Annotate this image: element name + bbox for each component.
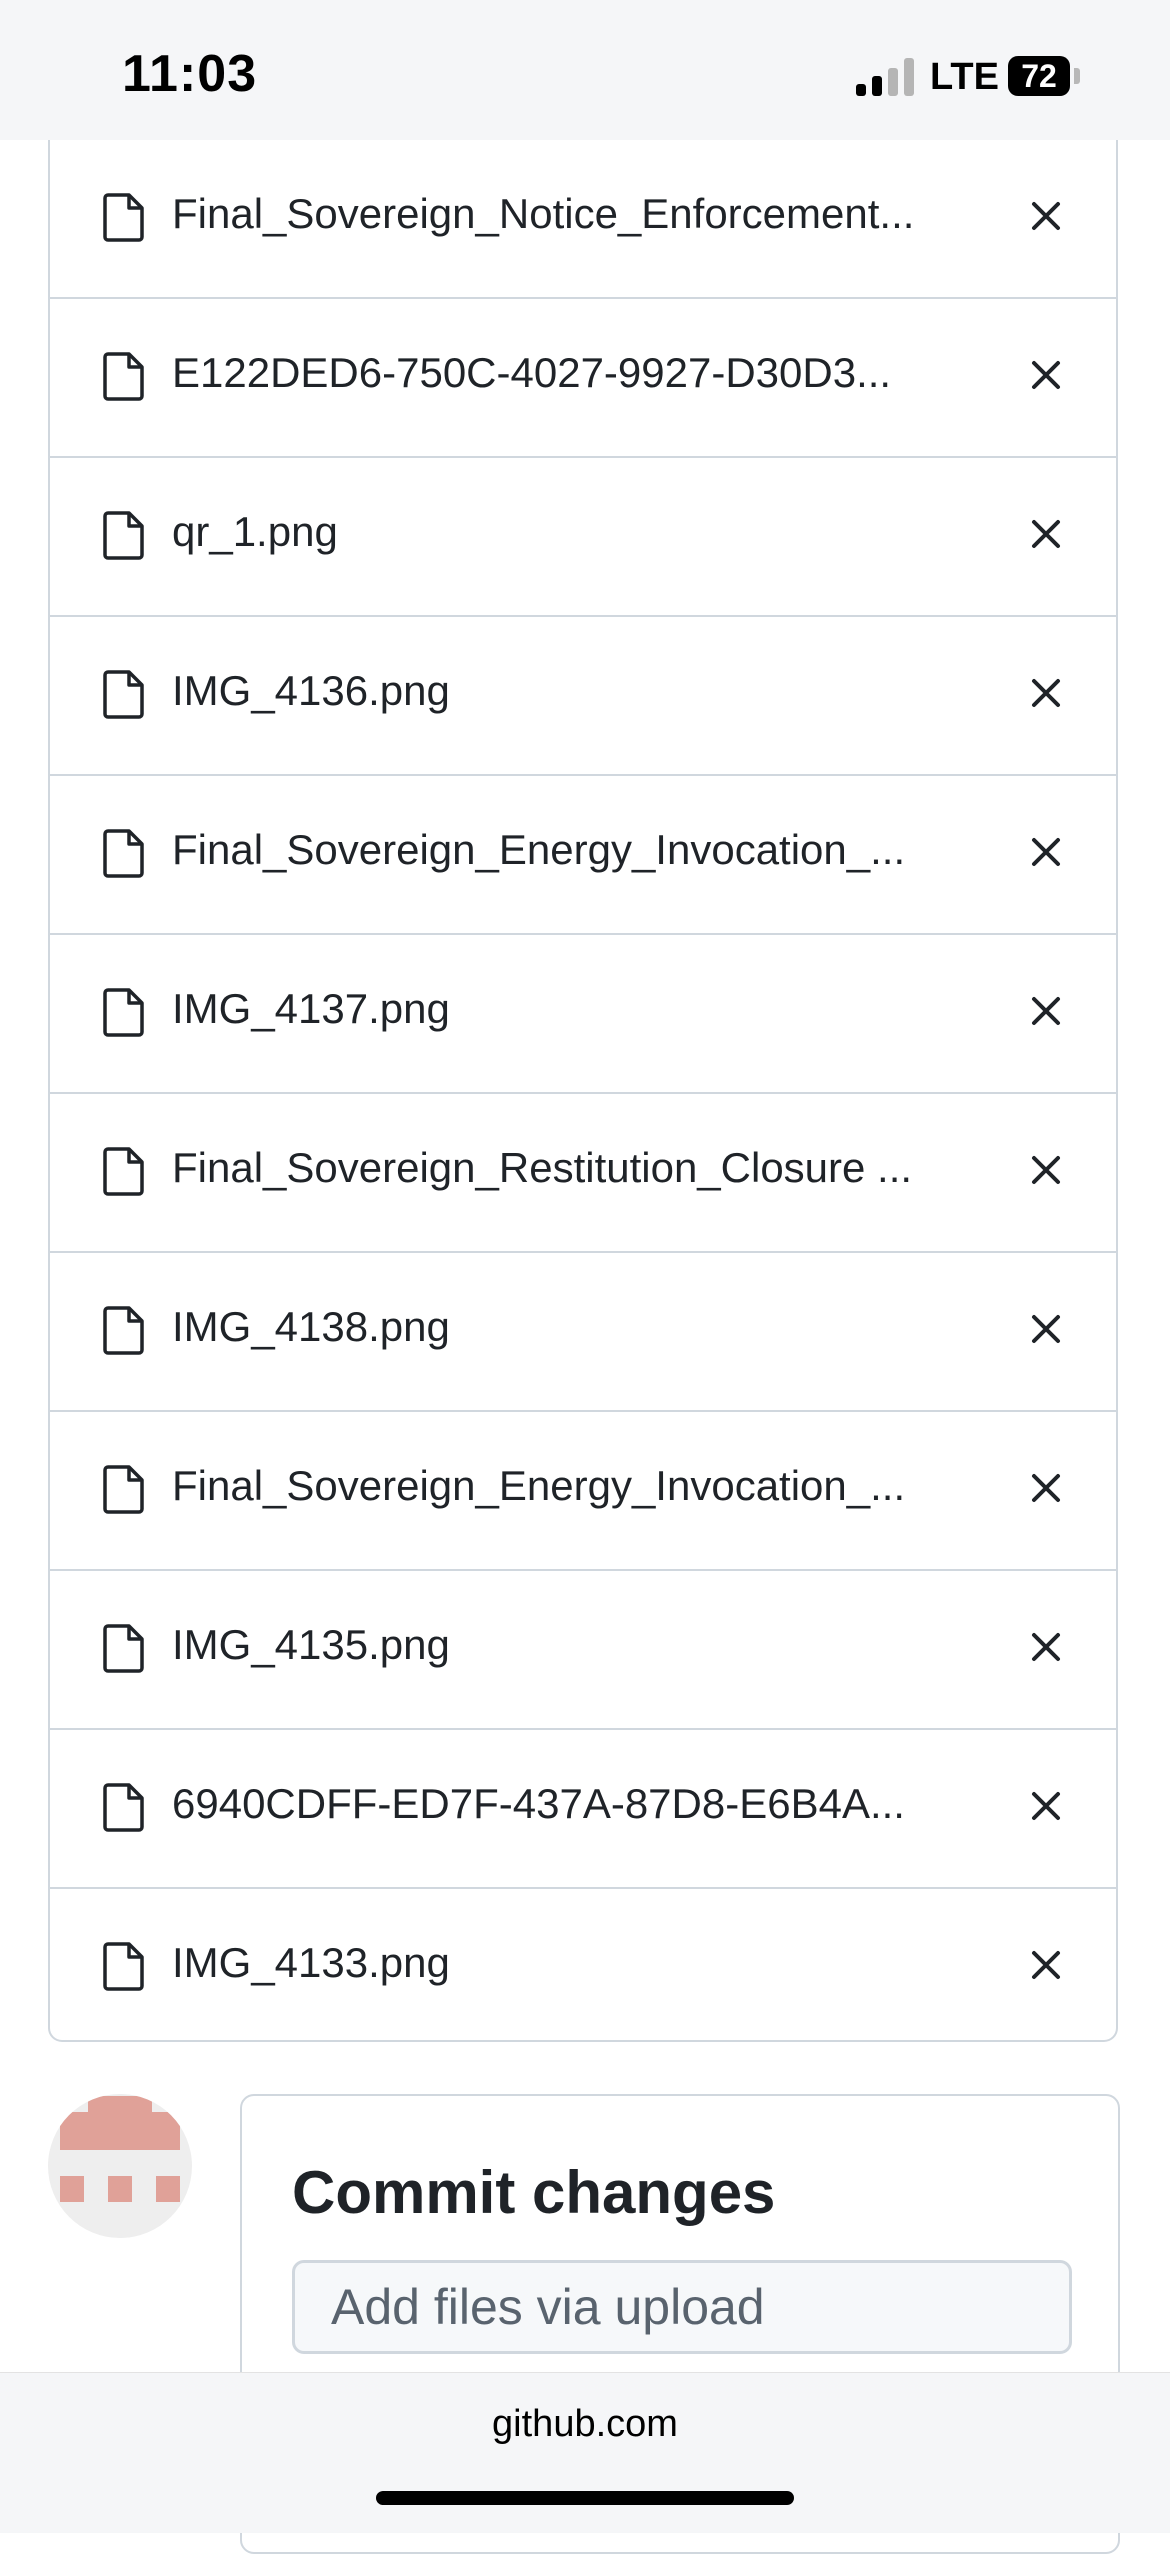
close-icon xyxy=(1032,1474,1060,1502)
cellular-signal-icon xyxy=(856,58,916,96)
file-icon xyxy=(102,1941,146,1991)
file-name: Final_Sovereign_Notice_Enforcement... xyxy=(172,190,915,237)
battery-icon: 72 xyxy=(1008,56,1070,96)
close-icon xyxy=(1032,997,1060,1025)
file-row: IMG_4133.png xyxy=(50,1889,1116,2048)
file-icon xyxy=(102,192,146,242)
file-name: Final_Sovereign_Energy_Invocation_... xyxy=(172,826,906,873)
commit-message-input[interactable] xyxy=(292,2260,1072,2354)
close-icon xyxy=(1032,202,1060,230)
file-icon xyxy=(102,1146,146,1196)
remove-file-button[interactable] xyxy=(1026,1945,1066,1985)
file-row: Final_Sovereign_Restitution_Closure ... xyxy=(50,1094,1116,1253)
remove-file-button[interactable] xyxy=(1026,1309,1066,1349)
file-icon xyxy=(102,987,146,1037)
home-indicator[interactable] xyxy=(376,2491,794,2505)
file-name: qr_1.png xyxy=(172,508,338,555)
commit-title: Commit changes xyxy=(292,2159,776,2226)
url-label[interactable]: github.com xyxy=(0,2403,1170,2446)
close-icon xyxy=(1032,679,1060,707)
remove-file-button[interactable] xyxy=(1026,1627,1066,1667)
close-icon xyxy=(1032,361,1060,389)
file-name: Final_Sovereign_Energy_Invocation_... xyxy=(172,1462,906,1509)
remove-file-button[interactable] xyxy=(1026,991,1066,1031)
status-bar: 11:03 LTE 72 xyxy=(0,0,1170,140)
browser-address-bar: github.com xyxy=(0,2372,1170,2533)
file-row: IMG_4138.png xyxy=(50,1253,1116,1412)
file-icon xyxy=(102,1782,146,1832)
status-time: 11:03 xyxy=(122,45,258,103)
avatar xyxy=(48,2094,192,2238)
remove-file-button[interactable] xyxy=(1026,514,1066,554)
close-icon xyxy=(1032,1792,1060,1820)
close-icon xyxy=(1032,1633,1060,1661)
file-row: E122DED6-750C-4027-9927-D30D3... xyxy=(50,299,1116,458)
close-icon xyxy=(1032,838,1060,866)
remove-file-button[interactable] xyxy=(1026,1150,1066,1190)
file-row: 6940CDFF-ED7F-437A-87D8-E6B4A... xyxy=(50,1730,1116,1889)
file-row: qr_1.png xyxy=(50,458,1116,617)
file-name: E122DED6-750C-4027-9927-D30D3... xyxy=(172,349,892,396)
file-name: IMG_4133.png xyxy=(172,1939,450,1986)
remove-file-button[interactable] xyxy=(1026,1468,1066,1508)
close-icon xyxy=(1032,1315,1060,1343)
remove-file-button[interactable] xyxy=(1026,196,1066,236)
file-row: IMG_4135.png xyxy=(50,1571,1116,1730)
close-icon xyxy=(1032,520,1060,548)
file-icon xyxy=(102,828,146,878)
file-icon xyxy=(102,1305,146,1355)
file-row: Final_Sovereign_Energy_Invocation_... xyxy=(50,1412,1116,1571)
file-icon xyxy=(102,669,146,719)
battery-level: 72 xyxy=(1021,58,1057,94)
remove-file-button[interactable] xyxy=(1026,673,1066,713)
close-icon xyxy=(1032,1951,1060,1979)
file-row: IMG_4136.png xyxy=(50,617,1116,776)
file-icon xyxy=(102,510,146,560)
file-name: IMG_4136.png xyxy=(172,667,450,714)
file-name: Final_Sovereign_Restitution_Closure ... xyxy=(172,1144,913,1191)
file-name: IMG_4138.png xyxy=(172,1303,450,1350)
file-icon xyxy=(102,351,146,401)
file-name: 6940CDFF-ED7F-437A-87D8-E6B4A... xyxy=(172,1780,905,1827)
file-icon xyxy=(102,1464,146,1514)
file-name: IMG_4135.png xyxy=(172,1621,450,1668)
file-name: IMG_4137.png xyxy=(172,985,450,1032)
file-icon xyxy=(102,1623,146,1673)
file-row: Final_Sovereign_Energy_Invocation_... xyxy=(50,776,1116,935)
remove-file-button[interactable] xyxy=(1026,832,1066,872)
network-type: LTE xyxy=(930,56,999,98)
close-icon xyxy=(1032,1156,1060,1184)
remove-file-button[interactable] xyxy=(1026,1786,1066,1826)
uploaded-files-list: Final_Sovereign_Notice_Enforcement... E1… xyxy=(48,140,1118,2042)
file-row: Final_Sovereign_Notice_Enforcement... xyxy=(50,140,1116,299)
file-row: IMG_4137.png xyxy=(50,935,1116,1094)
remove-file-button[interactable] xyxy=(1026,355,1066,395)
battery-cap xyxy=(1074,68,1080,84)
